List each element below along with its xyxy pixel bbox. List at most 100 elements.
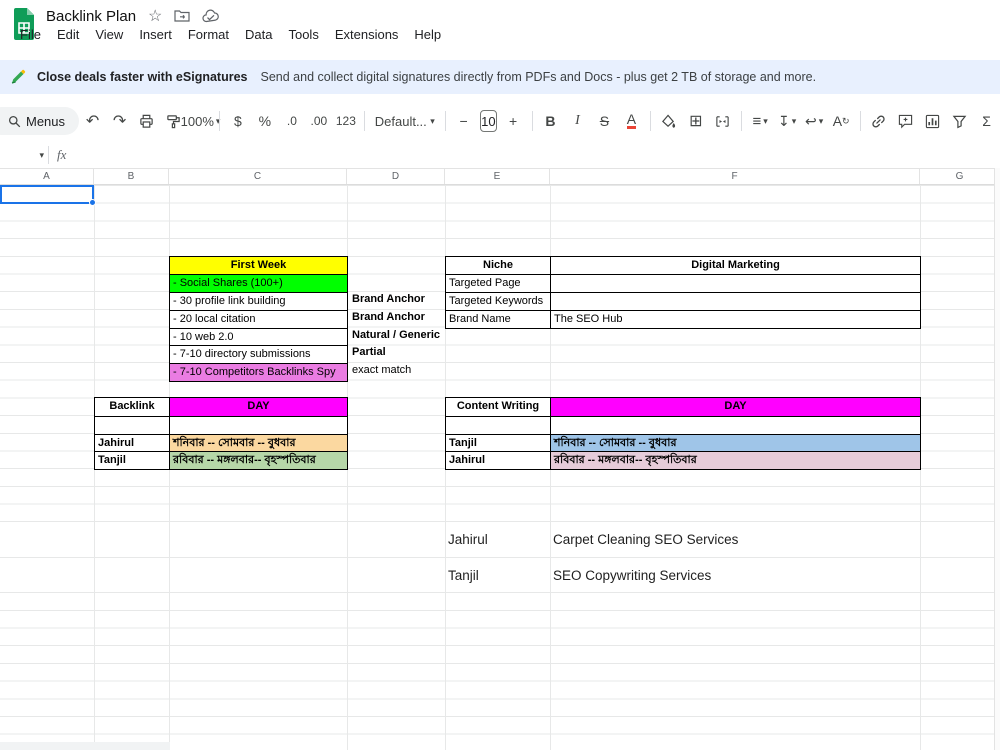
niche-value-cell[interactable] <box>551 274 920 292</box>
cloud-saved-icon[interactable] <box>202 9 220 23</box>
create-filter-button[interactable] <box>947 108 972 134</box>
vertical-scrollbar[interactable] <box>994 168 1000 750</box>
schedule-header-cell[interactable]: Backlink <box>95 398 170 416</box>
menu-edit[interactable]: Edit <box>49 25 87 44</box>
decrease-font-size-button[interactable]: − <box>451 108 476 134</box>
merge-cells-button[interactable] <box>710 108 735 134</box>
task-cell[interactable]: - 30 profile link building <box>170 292 347 310</box>
niche-value-cell[interactable] <box>551 292 920 310</box>
bold-button[interactable]: B <box>538 108 563 134</box>
niche-value-cell[interactable]: Digital Marketing <box>551 257 920 275</box>
fill-color-button[interactable] <box>656 108 681 134</box>
schedule-name-cell[interactable]: Tanjil <box>95 451 170 469</box>
zoom-control[interactable]: 100%▾ <box>188 108 213 134</box>
task-cell[interactable]: - 10 web 2.0 <box>170 328 347 346</box>
text-rotation-button[interactable]: A↻ <box>829 108 854 134</box>
column-header-c[interactable]: C <box>169 169 347 184</box>
empty-cell[interactable] <box>95 416 170 434</box>
column-header-b[interactable]: B <box>94 169 169 184</box>
document-title[interactable]: Backlink Plan <box>46 8 136 25</box>
redo-button[interactable]: ↷ <box>107 108 132 134</box>
format-currency-button[interactable]: $ <box>225 108 250 134</box>
niche-label-cell[interactable]: Niche <box>446 257 551 275</box>
decrease-decimal-button[interactable]: .0 <box>279 108 304 134</box>
anchor-note-cell[interactable]: Natural / Generic <box>352 327 440 345</box>
format-percent-button[interactable]: % <box>252 108 277 134</box>
move-to-folder-icon[interactable] <box>174 9 190 23</box>
add-comment-button[interactable] <box>893 108 918 134</box>
fill-handle[interactable] <box>89 199 96 206</box>
menus-search-pill[interactable]: Menus <box>0 107 79 135</box>
column-header-g[interactable]: G <box>920 169 1000 184</box>
print-button[interactable] <box>134 108 159 134</box>
task-cell[interactable]: - Social Shares (100+) <box>170 274 347 292</box>
menu-data[interactable]: Data <box>237 25 280 44</box>
borders-button[interactable]: ⊞ <box>683 108 708 134</box>
niche-label-cell[interactable]: Targeted Keywords <box>446 292 551 310</box>
selected-cell-a1[interactable] <box>0 185 94 204</box>
menu-format[interactable]: Format <box>180 25 237 44</box>
schedule-days-cell[interactable]: শনিবার -- সোমবার -- বুধবার <box>170 434 347 452</box>
task-cell[interactable]: - 7-10 Competitors Backlinks Spy <box>170 363 347 381</box>
column-header-a[interactable]: A <box>0 169 94 184</box>
insert-link-button[interactable] <box>866 108 891 134</box>
increase-font-size-button[interactable]: + <box>501 108 526 134</box>
niche-value-cell[interactable]: The SEO Hub <box>551 310 920 328</box>
formula-input[interactable] <box>66 142 1000 168</box>
anchor-note-cell[interactable]: Brand Anchor <box>352 309 440 327</box>
task-cell[interactable]: - 7-10 directory submissions <box>170 345 347 363</box>
menu-extensions[interactable]: Extensions <box>327 25 407 44</box>
column-header-f[interactable]: F <box>550 169 920 184</box>
column-header-d[interactable]: D <box>347 169 445 184</box>
schedule-name-cell[interactable]: Tanjil <box>446 434 551 452</box>
anchor-note-cell[interactable]: Partial <box>352 344 440 362</box>
star-icon[interactable]: ☆ <box>148 6 162 26</box>
anchor-note-cell[interactable]: exact match <box>352 362 440 380</box>
assignment-name-cell[interactable]: Jahirul <box>448 522 488 557</box>
text-color-button[interactable]: A <box>619 108 644 134</box>
menu-help[interactable]: Help <box>406 25 449 44</box>
more-formats-button[interactable]: 123 <box>333 108 358 134</box>
niche-label-cell[interactable]: Brand Name <box>446 310 551 328</box>
font-size-input[interactable]: 10 <box>480 110 496 132</box>
horizontal-align-button[interactable]: ≡▾ <box>748 108 773 134</box>
first-week-table: First Week - Social Shares (100+) - 30 p… <box>169 256 348 382</box>
name-box[interactable]: ▾ <box>0 144 44 166</box>
assignment-row[interactable]: Jahirul Carpet Cleaning SEO Services <box>0 522 994 557</box>
schedule-day-header-cell[interactable]: DAY <box>551 398 920 416</box>
column-header-e[interactable]: E <box>445 169 550 184</box>
niche-label-cell[interactable]: Targeted Page <box>446 274 551 292</box>
menu-tools[interactable]: Tools <box>280 25 326 44</box>
functions-button[interactable]: Σ <box>974 108 999 134</box>
increase-decimal-button[interactable]: .00 <box>306 108 331 134</box>
menu-insert[interactable]: Insert <box>131 25 180 44</box>
empty-cell[interactable] <box>551 416 920 434</box>
menu-file[interactable]: File <box>12 25 49 44</box>
schedule-name-cell[interactable]: Jahirul <box>446 451 551 469</box>
first-week-header-cell[interactable]: First Week <box>170 257 347 275</box>
assignment-name-cell[interactable]: Tanjil <box>448 558 479 593</box>
schedule-day-header-cell[interactable]: DAY <box>170 398 347 416</box>
schedule-days-cell[interactable]: রবিবার -- মঙ্গলবার-- বৃহস্পতিবার <box>170 451 347 469</box>
assignment-project-cell[interactable]: SEO Copywriting Services <box>553 558 711 593</box>
assignment-row[interactable]: Tanjil SEO Copywriting Services <box>0 558 994 593</box>
text-wrap-button[interactable]: ↩▾ <box>802 108 827 134</box>
grid-body[interactable]: Jahirul Carpet Cleaning SEO Services Tan… <box>0 185 1000 750</box>
italic-button[interactable]: I <box>565 108 590 134</box>
assignment-project-cell[interactable]: Carpet Cleaning SEO Services <box>553 522 738 557</box>
empty-cell[interactable] <box>170 416 347 434</box>
schedule-days-cell[interactable]: রবিবার -- মঙ্গলবার-- বৃহস্পতিবার <box>551 451 920 469</box>
schedule-days-cell[interactable]: শনিবার -- সোমবার -- বুধবার <box>551 434 920 452</box>
schedule-name-cell[interactable]: Jahirul <box>95 434 170 452</box>
strikethrough-button[interactable]: S <box>592 108 617 134</box>
font-selector[interactable]: Default...▾ <box>371 108 439 134</box>
task-cell[interactable]: - 20 local citation <box>170 310 347 328</box>
column-headers: A B C D E F G <box>0 168 1000 185</box>
vertical-align-button[interactable]: ↧▾ <box>775 108 800 134</box>
anchor-note-cell[interactable]: Brand Anchor <box>352 291 440 309</box>
undo-button[interactable]: ↶ <box>80 108 105 134</box>
schedule-header-cell[interactable]: Content Writing <box>446 398 551 416</box>
insert-chart-button[interactable] <box>920 108 945 134</box>
empty-cell[interactable] <box>446 416 551 434</box>
menu-view[interactable]: View <box>87 25 131 44</box>
